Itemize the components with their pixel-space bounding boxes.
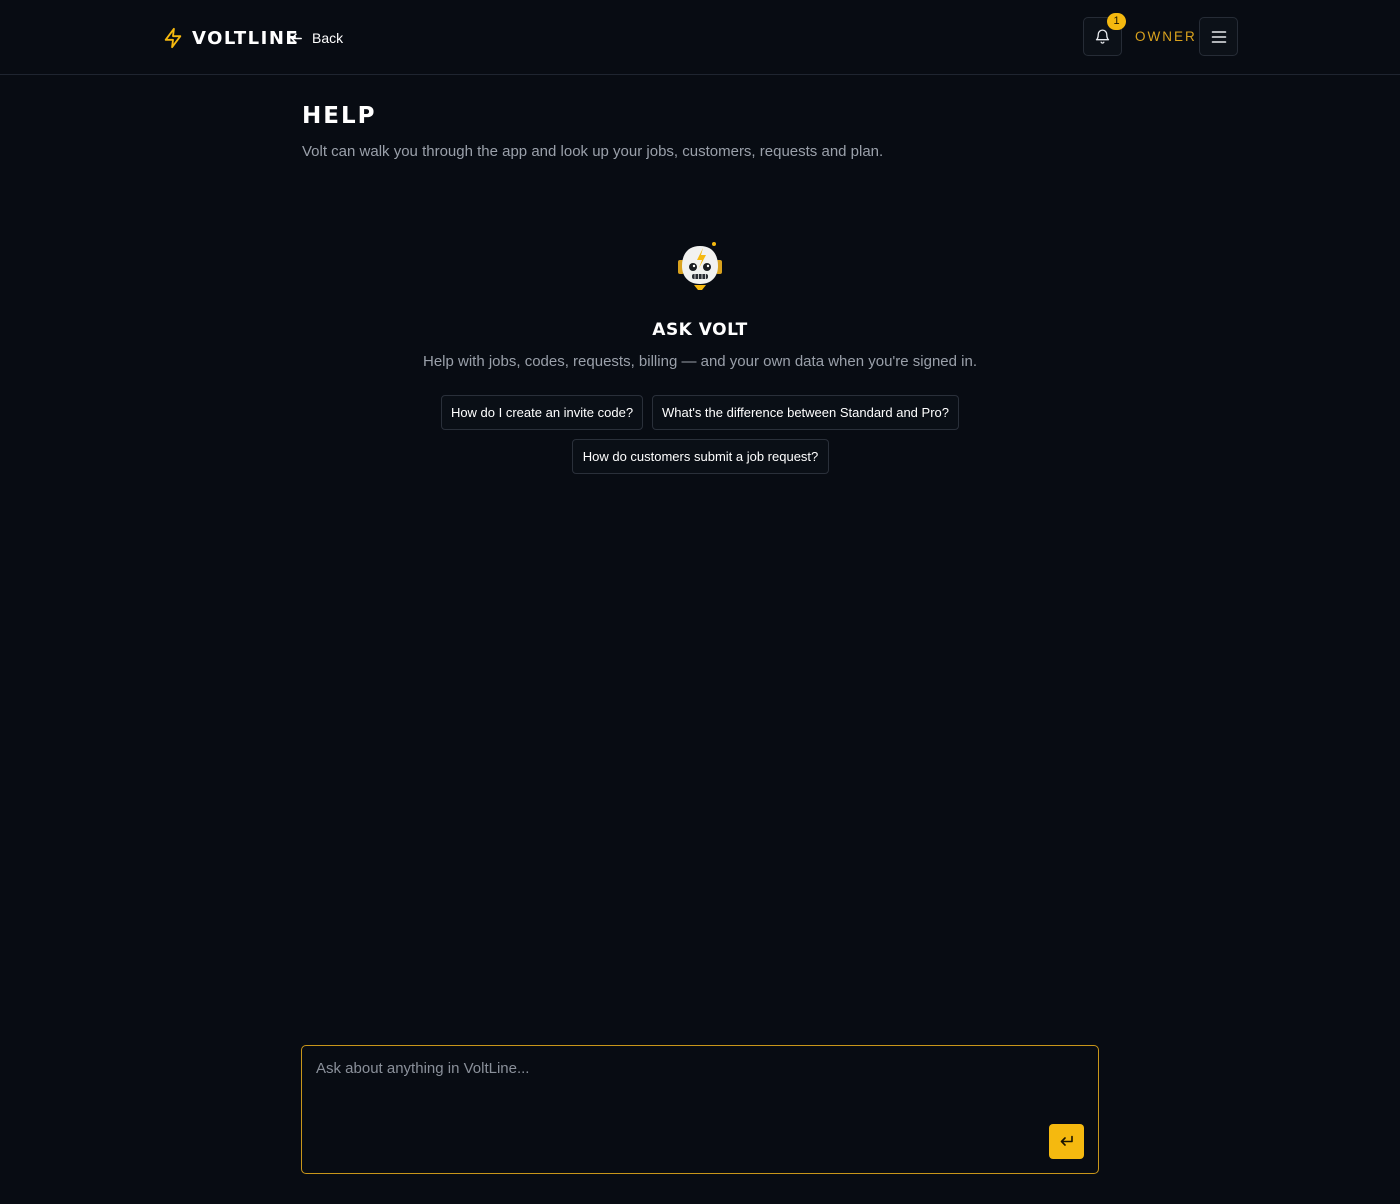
suggestion-chip[interactable]: How do I create an invite code? [441,395,643,430]
robot-mascot-icon [678,242,722,290]
page-title: HELP [302,103,377,129]
chat-input[interactable] [316,1060,1036,1120]
menu-button[interactable] [1199,17,1238,56]
brand-logo[interactable]: VOLTLINE [162,24,299,52]
lightning-bolt-icon [164,27,182,49]
suggestion-chip[interactable]: How do customers submit a job request? [572,439,829,474]
notification-badge: 1 [1107,13,1126,30]
hamburger-menu-icon [1211,30,1226,43]
back-label: Back [312,30,344,46]
top-bar: VOLTLINE Back 1 OWNER [0,0,1400,75]
chat-composer [301,1045,1099,1174]
send-button[interactable] [1049,1124,1084,1159]
role-badge: OWNER [1135,29,1197,44]
assistant-subtitle: Help with jobs, codes, requests, billing… [422,353,977,370]
bell-icon [1095,29,1110,44]
suggestion-chip[interactable]: What's the difference between Standard a… [652,395,959,430]
arrow-left-icon [291,33,302,43]
page-subtitle: Volt can walk you through the app and lo… [302,143,884,160]
assistant-title: ASK VOLT [652,320,748,340]
brand-name: VOLTLINE [192,27,300,49]
back-link[interactable]: Back [289,26,343,50]
enter-return-icon [1060,1135,1073,1146]
